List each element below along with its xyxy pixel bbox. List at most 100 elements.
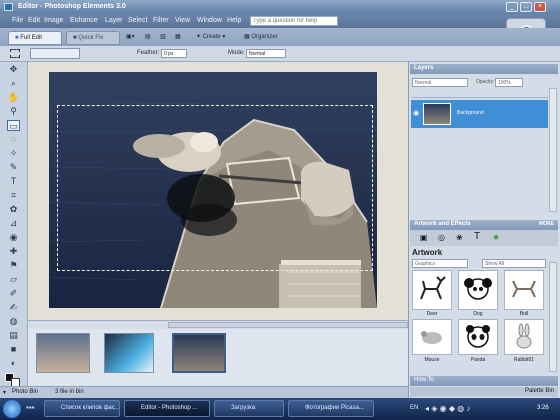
gradient-tool-icon[interactable]: ▤ bbox=[7, 330, 20, 341]
document-status-bar bbox=[28, 320, 408, 329]
language-indicator[interactable]: EN bbox=[410, 405, 418, 411]
bin-thumbnail-3-selected[interactable] bbox=[172, 333, 226, 373]
selection-mode-group[interactable] bbox=[30, 48, 80, 59]
eraser-tool-icon[interactable]: ▱ bbox=[7, 274, 20, 285]
taskbar-item-picasa[interactable]: Фотографии Picasa... bbox=[288, 400, 374, 417]
artwork-section-title: Artwork bbox=[412, 248, 443, 257]
artwork-tab-icon[interactable]: ▣ bbox=[420, 233, 428, 242]
maximize-button[interactable]: □ bbox=[520, 2, 532, 12]
hand-tool-icon[interactable]: ✋ bbox=[7, 92, 20, 103]
feather-input[interactable]: 0 px bbox=[161, 49, 187, 58]
shape-tool-icon[interactable]: ■ bbox=[7, 344, 20, 355]
cookie-cutter-tool-icon[interactable]: ✿ bbox=[7, 204, 20, 215]
panda-icon bbox=[466, 325, 490, 348]
layers-panel-header[interactable]: Layers bbox=[410, 64, 558, 74]
text-tab-icon[interactable]: T bbox=[474, 231, 480, 242]
type-tool-icon[interactable]: T bbox=[7, 176, 20, 187]
tab-quick-fix[interactable]: ■ Quick Fix bbox=[66, 31, 120, 45]
blur-tool-icon[interactable]: ◐ bbox=[7, 358, 20, 369]
rectangular-marquee-icon[interactable] bbox=[10, 49, 20, 58]
paint-bucket-tool-icon[interactable]: ◍ bbox=[7, 316, 20, 327]
quick-fix-icon: ■ bbox=[73, 35, 77, 41]
photo-bin-toggle-icon[interactable]: ▾ bbox=[3, 389, 6, 396]
menu-select[interactable]: Select bbox=[128, 17, 147, 24]
menu-edit[interactable]: Edit bbox=[28, 17, 40, 24]
straighten-tool-icon[interactable]: ⊿ bbox=[7, 218, 20, 229]
favorites-tab-icon[interactable]: ★ bbox=[492, 232, 500, 243]
selection-brush-tool-icon[interactable]: ✎ bbox=[7, 162, 20, 173]
mode-select[interactable]: Normal bbox=[246, 49, 286, 58]
healing-brush-tool-icon[interactable]: ✚ bbox=[7, 246, 20, 257]
opacity-input[interactable]: 100% bbox=[495, 78, 523, 87]
photo-bin-file-count: 3 file in bin bbox=[55, 389, 84, 395]
artwork-label-deer: Deer bbox=[426, 311, 438, 317]
artwork-category-select[interactable]: Graphics bbox=[412, 259, 468, 268]
artwork-label-dog: Dog bbox=[473, 311, 483, 317]
tray-icons[interactable]: ◂ ◈ ◉ ◆ ◍ ♪ bbox=[425, 404, 470, 413]
marquee-tool-icon[interactable]: ▭ bbox=[7, 120, 20, 131]
menu-view[interactable]: View bbox=[175, 17, 190, 24]
artwork-effects-panel-header[interactable]: Artwork and Effects MORE bbox=[410, 220, 558, 230]
layer-thumbnail bbox=[423, 103, 451, 125]
lasso-tool-icon[interactable]: ◌ bbox=[7, 134, 20, 145]
bin-thumbnail-2[interactable] bbox=[104, 333, 154, 373]
save-icon[interactable]: ▥ bbox=[160, 33, 166, 43]
menu-enhance[interactable]: Enhance bbox=[70, 17, 98, 24]
artwork-label-bull: Bull bbox=[519, 311, 529, 317]
artwork-effects-title: Artwork and Effects bbox=[414, 221, 471, 227]
filters-tab-icon[interactable]: ❀ bbox=[456, 233, 463, 242]
layer-name: Background bbox=[457, 110, 484, 116]
open-icon[interactable]: ▤ bbox=[145, 33, 151, 43]
new-icon[interactable]: ▣▾ bbox=[126, 33, 135, 43]
artwork-scrollbar[interactable] bbox=[549, 262, 557, 372]
create-button[interactable]: ✦ Create ▾ bbox=[196, 33, 225, 43]
menu-filter[interactable]: Filter bbox=[153, 17, 169, 24]
zoom-tool-icon[interactable]: ⌕ bbox=[7, 78, 20, 89]
horizontal-scrollbar[interactable] bbox=[168, 322, 408, 328]
brush-tool-icon[interactable]: ✐ bbox=[7, 288, 20, 299]
special-effects-tab-icon[interactable]: ◎ bbox=[438, 233, 445, 242]
blend-mode-select[interactable]: Normal bbox=[412, 78, 468, 87]
artwork-item-panda[interactable] bbox=[458, 319, 498, 355]
artwork-item-deer[interactable] bbox=[412, 270, 452, 310]
layer-row-background[interactable]: ◉ Background bbox=[411, 100, 548, 128]
palette-bin-toggle[interactable]: Palette Bin bbox=[410, 387, 558, 397]
quick-launch-icons[interactable]: ▪▪▪ bbox=[26, 403, 35, 412]
artwork-filter-select[interactable]: Show All bbox=[482, 259, 546, 268]
menu-file[interactable]: File bbox=[12, 17, 23, 24]
help-search-input[interactable] bbox=[250, 16, 338, 26]
print-icon[interactable]: ▦ bbox=[175, 33, 181, 43]
menu-help[interactable]: Help bbox=[227, 17, 241, 24]
layers-scrollbar[interactable] bbox=[549, 88, 557, 212]
artwork-item-mouse[interactable] bbox=[412, 319, 452, 355]
magic-wand-tool-icon[interactable]: ✧ bbox=[7, 148, 20, 159]
eyedropper-tool-icon[interactable]: ⚲ bbox=[7, 106, 20, 117]
artwork-item-rabbit[interactable] bbox=[504, 319, 544, 355]
move-tool-icon[interactable]: ✥ bbox=[7, 64, 20, 75]
organizer-button[interactable]: ▦ Organizer bbox=[244, 33, 278, 43]
artwork-tabs: ▣ ◎ ❀ T ★ bbox=[410, 230, 558, 246]
red-eye-tool-icon[interactable]: ◉ bbox=[7, 232, 20, 243]
taskbar-item-editor[interactable]: Editor - Photoshop ... bbox=[124, 400, 210, 417]
artwork-more-button[interactable]: MORE bbox=[539, 221, 554, 227]
taskbar-item-clips[interactable]: Список клипов фас... bbox=[44, 400, 120, 417]
taskbar-item-download[interactable]: Загрузка bbox=[214, 400, 284, 417]
menu-image[interactable]: Image bbox=[44, 17, 63, 24]
smart-brush-tool-icon[interactable]: ✍ bbox=[7, 302, 20, 313]
artwork-item-bull[interactable] bbox=[504, 270, 544, 310]
minimize-button[interactable]: _ bbox=[506, 2, 518, 12]
start-button[interactable] bbox=[3, 400, 21, 418]
tab-full-edit-label: Full Edit bbox=[20, 35, 42, 41]
crop-tool-icon[interactable]: ⌗ bbox=[7, 190, 20, 201]
photo-bin-label[interactable]: Photo Bin bbox=[12, 389, 38, 395]
close-button[interactable]: × bbox=[534, 2, 546, 12]
photoshop-elements-window: Editor - Photoshop Elements 3.0 _ □ × Fi… bbox=[0, 0, 560, 420]
artwork-item-dog[interactable] bbox=[458, 270, 498, 310]
eye-icon[interactable]: ◉ bbox=[413, 109, 419, 117]
clone-stamp-tool-icon[interactable]: ⚑ bbox=[7, 260, 20, 271]
how-to-panel-header[interactable]: How To bbox=[410, 376, 558, 386]
menu-layer[interactable]: Layer bbox=[105, 17, 123, 24]
menu-window[interactable]: Window bbox=[197, 17, 222, 24]
tab-full-edit[interactable]: ■ Full Edit bbox=[8, 31, 62, 45]
bin-thumbnail-1[interactable] bbox=[36, 333, 90, 373]
